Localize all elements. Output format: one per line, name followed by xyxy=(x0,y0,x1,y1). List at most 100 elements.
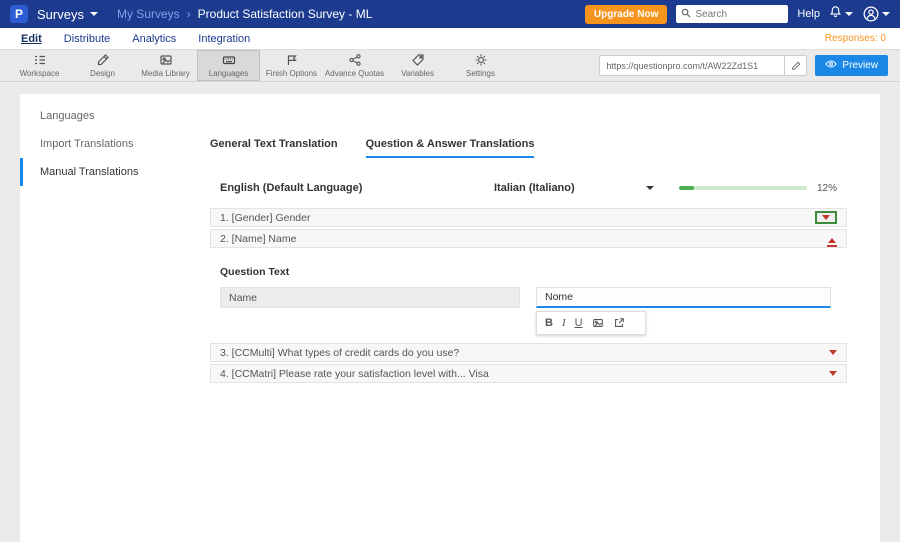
target-language-value: Italian (Italiano) xyxy=(493,182,575,194)
chevron-down-icon xyxy=(822,215,830,220)
preview-label: Preview xyxy=(842,60,878,71)
chevron-up-icon xyxy=(828,238,836,243)
question-list: 1. [Gender] Gender 2. [Name] Name Questi… xyxy=(210,208,847,383)
translation-progress-percent: 12% xyxy=(816,182,837,194)
collapse-toggle[interactable] xyxy=(827,238,837,247)
tool-finish-options[interactable]: Finish Options xyxy=(260,50,323,81)
surveys-product-label: Surveys xyxy=(37,6,84,22)
breadcrumb-survey-title: Product Satisfaction Survey - ML xyxy=(197,7,373,21)
question-text-label: Question Text xyxy=(220,266,290,278)
edit-toolbar: Workspace Design Media Library Languages xyxy=(0,49,900,82)
edit-url-pencil-icon[interactable] xyxy=(784,56,806,75)
question-row-ccmulti[interactable]: 3. [CCMulti] What types of credit cards … xyxy=(210,343,847,362)
tool-variables[interactable]: Variables xyxy=(386,50,449,81)
breadcrumb-my-surveys[interactable]: My Surveys xyxy=(117,7,180,21)
translation-tabs: General Text Translation Question & Answ… xyxy=(210,138,847,158)
design-icon xyxy=(96,53,110,67)
target-text-input[interactable] xyxy=(536,287,831,308)
question-label: 1. [Gender] Gender xyxy=(220,211,311,224)
tool-advance-quotas[interactable]: Advance Quotas xyxy=(323,50,386,81)
responses-count[interactable]: Responses: 0 xyxy=(825,33,890,44)
translation-input-row xyxy=(220,287,847,308)
chevron-down-icon[interactable] xyxy=(829,371,837,376)
insert-link-button[interactable] xyxy=(613,317,625,329)
tool-label: Workspace xyxy=(19,69,60,78)
chevron-down-icon[interactable] xyxy=(829,350,837,355)
eye-icon xyxy=(825,59,838,72)
chevron-down-icon xyxy=(882,12,890,16)
search-input[interactable] xyxy=(695,8,784,20)
bell-icon xyxy=(829,5,842,23)
upgrade-now-button[interactable]: Upgrade Now xyxy=(584,4,668,24)
chevron-down-icon xyxy=(845,12,853,16)
italic-button[interactable]: I xyxy=(562,317,566,329)
tool-media-library[interactable]: Media Library xyxy=(134,50,197,81)
surveys-product-menu[interactable]: Surveys xyxy=(37,7,98,22)
tool-label: Advance Quotas xyxy=(324,69,385,78)
sidebar-item-manual-translations[interactable]: Manual Translations xyxy=(20,158,185,186)
account-menu[interactable] xyxy=(862,6,890,23)
tool-settings[interactable]: Settings xyxy=(449,50,512,81)
search-icon xyxy=(681,5,691,23)
insert-image-button[interactable] xyxy=(592,317,604,329)
target-language-select[interactable]: Italian (Italiano) xyxy=(494,182,654,194)
question-label: 3. [CCMulti] What types of credit cards … xyxy=(220,346,460,359)
tool-workspace[interactable]: Workspace xyxy=(8,50,71,81)
nav-item-distribute[interactable]: Distribute xyxy=(53,33,121,45)
questionpro-logo: P xyxy=(10,5,28,23)
question-label: 4. [CCMatri] Please rate your satisfacti… xyxy=(220,367,489,380)
settings-gear-icon xyxy=(474,53,488,67)
help-link[interactable]: Help xyxy=(797,8,820,20)
preview-button[interactable]: Preview xyxy=(815,55,888,76)
sidebar-item-import-translations[interactable]: Import Translations xyxy=(20,130,185,158)
tool-label: Design xyxy=(90,69,115,78)
languages-icon xyxy=(222,53,236,67)
survey-url-box xyxy=(599,55,808,76)
bold-button[interactable]: B xyxy=(545,317,553,329)
translations-main: General Text Translation Question & Answ… xyxy=(185,94,880,542)
content-card: Languages Import Translations Manual Tra… xyxy=(20,94,880,542)
question-label: 2. [Name] Name xyxy=(220,232,297,245)
translation-progress-fill xyxy=(678,186,695,190)
sidebar-item-languages[interactable]: Languages xyxy=(20,102,185,130)
expand-toggle-focused[interactable] xyxy=(815,211,837,224)
tab-question-answer-translations[interactable]: Question & Answer Translations xyxy=(365,138,535,158)
breadcrumb-separator: › xyxy=(186,7,191,21)
workspace-icon xyxy=(33,53,47,67)
translations-sidebar: Languages Import Translations Manual Tra… xyxy=(20,94,185,542)
toolbar-right: Preview xyxy=(599,50,900,81)
section-nav: Edit Distribute Analytics Integration Re… xyxy=(0,28,900,49)
source-language-label: English (Default Language) xyxy=(220,182,363,194)
collapse-bar-icon xyxy=(827,245,837,247)
translation-editor: Question Text B I U xyxy=(210,250,847,343)
tab-general-text-translation[interactable]: General Text Translation xyxy=(210,138,338,158)
language-selector-row: English (Default Language) Italian (Ital… xyxy=(210,182,847,194)
tool-label: Finish Options xyxy=(265,69,318,78)
avatar xyxy=(862,6,879,23)
tool-label: Variables xyxy=(401,69,434,78)
translation-progress-bar xyxy=(678,186,807,190)
tool-design[interactable]: Design xyxy=(71,50,134,81)
finish-options-icon xyxy=(285,53,299,67)
nav-item-integration[interactable]: Integration xyxy=(187,33,261,45)
source-text-input[interactable] xyxy=(220,287,520,308)
advance-quotas-icon xyxy=(348,53,362,67)
survey-url-input[interactable] xyxy=(600,60,785,71)
formatting-toolbar: B I U xyxy=(536,311,646,335)
chevron-down-icon xyxy=(89,12,98,16)
variables-icon xyxy=(411,53,425,67)
search-box xyxy=(676,5,789,23)
tool-languages[interactable]: Languages xyxy=(197,50,260,81)
nav-item-analytics[interactable]: Analytics xyxy=(121,33,187,45)
tool-label: Media Library xyxy=(141,69,190,78)
chevron-down-icon xyxy=(645,186,654,190)
topbar: P Surveys My Surveys › Product Satisfact… xyxy=(0,0,900,28)
breadcrumb: My Surveys › Product Satisfaction Survey… xyxy=(117,7,372,21)
underline-button[interactable]: U xyxy=(575,317,583,329)
nav-item-edit[interactable]: Edit xyxy=(10,33,53,45)
question-row-ccmatri[interactable]: 4. [CCMatri] Please rate your satisfacti… xyxy=(210,364,847,383)
question-row-gender[interactable]: 1. [Gender] Gender xyxy=(210,208,847,227)
notifications-menu[interactable] xyxy=(829,5,853,23)
question-row-name[interactable]: 2. [Name] Name xyxy=(210,229,847,248)
tool-label: Languages xyxy=(208,69,249,78)
